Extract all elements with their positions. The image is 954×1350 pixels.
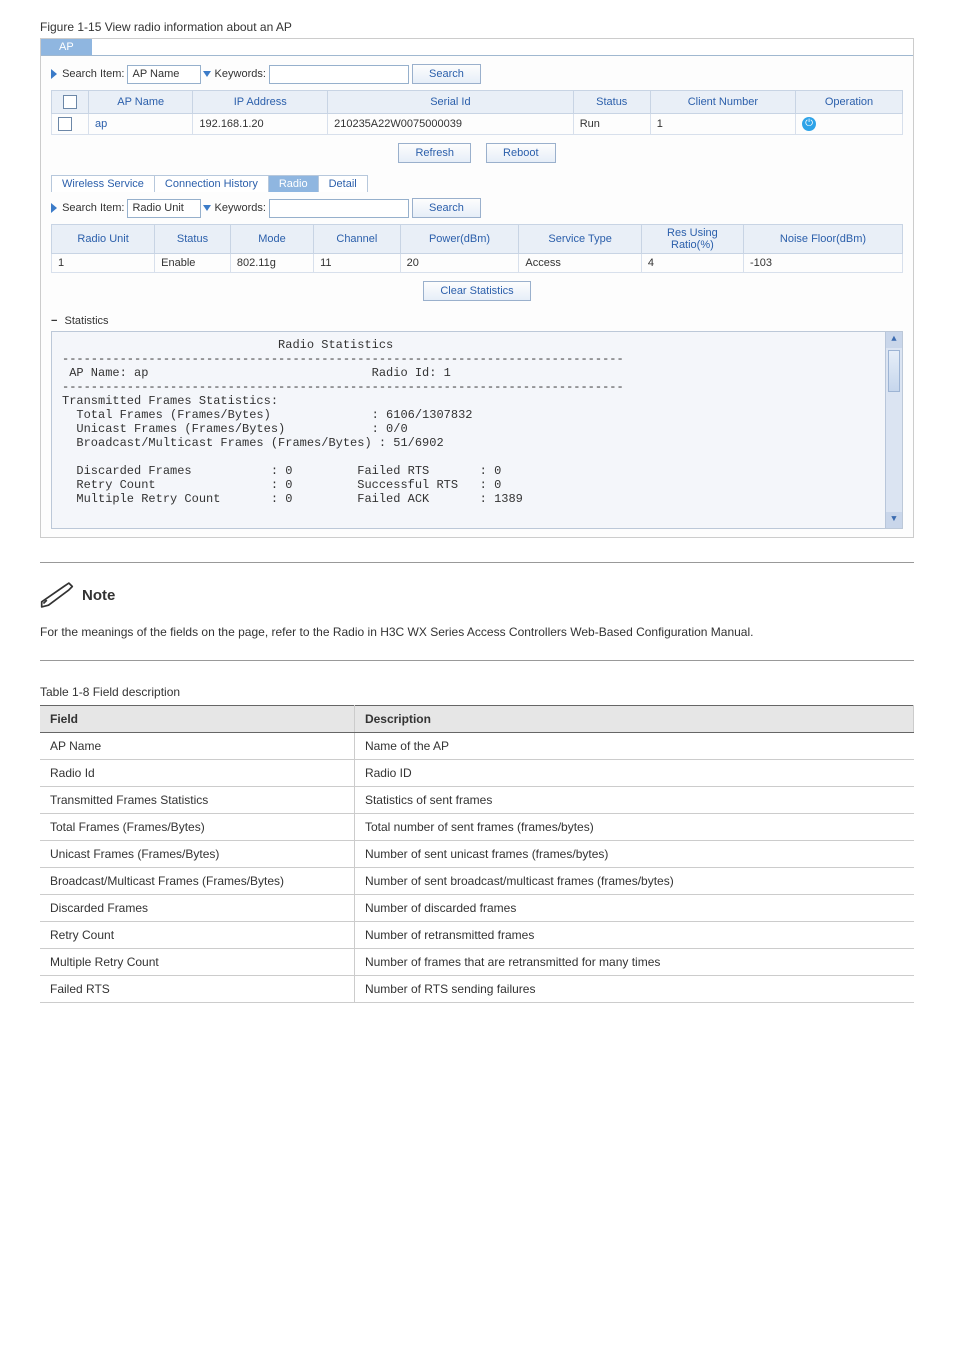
statistics-text: Radio Statistics -----------------------…: [62, 338, 624, 506]
table-row: Total Frames (Frames/Bytes)Total number …: [40, 813, 914, 840]
cell-serial: 210235A22W0075000039: [328, 114, 574, 135]
statistics-box: Radio Statistics -----------------------…: [51, 331, 903, 529]
search-button[interactable]: Search: [412, 64, 481, 84]
keywords-input[interactable]: [269, 65, 409, 84]
select-all-checkbox[interactable]: [63, 95, 77, 109]
col-operation: Operation: [796, 91, 903, 114]
tab-wireless-service[interactable]: Wireless Service: [51, 175, 155, 192]
cell-apname[interactable]: ap: [89, 114, 193, 135]
search-label-2: Search Item:: [62, 202, 124, 214]
table-row: ap 192.168.1.20 210235A22W0075000039 Run…: [52, 114, 903, 135]
cell-clientnum: 1: [650, 114, 795, 135]
table-row: Failed RTSNumber of RTS sending failures: [40, 975, 914, 1002]
tab-radio[interactable]: Radio: [268, 175, 319, 192]
clear-statistics-button[interactable]: Clear Statistics: [423, 281, 530, 301]
cell-ip: 192.168.1.20: [193, 114, 328, 135]
power-icon[interactable]: ⏻: [802, 117, 816, 131]
ap-button-row: Refresh Reboot: [51, 135, 903, 171]
table-row: 1 Enable 802.11g 11 20 Access 4 -103: [52, 254, 903, 273]
scroll-down-icon[interactable]: ▼: [886, 512, 902, 528]
cell-resusing: 4: [641, 254, 743, 273]
refresh-button[interactable]: Refresh: [398, 143, 471, 163]
note-heading: Note: [40, 581, 914, 609]
chevron-down-icon: [203, 205, 211, 211]
cell-operation: ⏻: [796, 114, 903, 135]
search-row-ap: Search Item: AP Name Keywords: Search: [51, 64, 903, 84]
tab-detail[interactable]: Detail: [318, 175, 368, 192]
row-checkbox[interactable]: [58, 117, 72, 131]
note-body: For the meanings of the fields on the pa…: [40, 623, 914, 642]
select-value: AP Name: [132, 68, 179, 80]
table-row: Broadcast/Multicast Frames (Frames/Bytes…: [40, 867, 914, 894]
select-value-2: Radio Unit: [132, 202, 183, 214]
col-apname: AP Name: [89, 91, 193, 114]
chevron-down-icon: [203, 71, 211, 77]
col-status: Status: [573, 91, 650, 114]
collapse-icon: −: [51, 315, 57, 327]
col-resusing: Res UsingRatio(%): [641, 225, 743, 254]
col-servicetype: Service Type: [519, 225, 641, 254]
table-row: Retry CountNumber of retransmitted frame…: [40, 921, 914, 948]
cell-channel: 11: [314, 254, 401, 273]
col-clientnum: Client Number: [650, 91, 795, 114]
divider: [40, 660, 914, 661]
divider: [40, 562, 914, 563]
tab-connection-history[interactable]: Connection History: [154, 175, 269, 192]
arrow-icon: [51, 69, 57, 79]
statistics-label: Statistics: [65, 315, 109, 327]
scrollbar[interactable]: ▲ ▼: [885, 332, 902, 528]
col-field: Field: [40, 705, 354, 732]
cell-noise: -103: [743, 254, 902, 273]
table-row: Transmitted Frames StatisticsStatistics …: [40, 786, 914, 813]
cell-mode: 802.11g: [230, 254, 313, 273]
search-label: Search Item:: [62, 68, 124, 80]
col-channel: Channel: [314, 225, 401, 254]
radio-table: Radio Unit Status Mode Channel Power(dBm…: [51, 224, 903, 273]
table-row: AP NameName of the AP: [40, 732, 914, 759]
table-row: Discarded FramesNumber of discarded fram…: [40, 894, 914, 921]
search-item-select[interactable]: AP Name: [127, 65, 201, 84]
col-radio-unit: Radio Unit: [52, 225, 155, 254]
figure-caption: Figure 1-15 View radio information about…: [40, 20, 914, 34]
scroll-up-icon[interactable]: ▲: [886, 332, 902, 348]
col-noise: Noise Floor(dBm): [743, 225, 902, 254]
search-button-2[interactable]: Search: [412, 198, 481, 218]
cell-power: 20: [400, 254, 519, 273]
search-row-radio: Search Item: Radio Unit Keywords: Search: [51, 198, 903, 218]
note-icon: [40, 581, 74, 609]
cell-status: Run: [573, 114, 650, 135]
table-caption: Table 1-8 Field description: [40, 685, 914, 699]
reboot-button[interactable]: Reboot: [486, 143, 555, 163]
arrow-icon: [51, 203, 57, 213]
table-row: Unicast Frames (Frames/Bytes)Number of s…: [40, 840, 914, 867]
ap-table: AP Name IP Address Serial Id Status Clie…: [51, 90, 903, 135]
tab-ap[interactable]: AP: [41, 39, 92, 55]
subtab-bar: Wireless ServiceConnection HistoryRadioD…: [51, 175, 903, 192]
keywords-label-2: Keywords:: [215, 202, 266, 214]
col-mode: Mode: [230, 225, 313, 254]
field-description-table: Field Description AP NameName of the AP …: [40, 705, 914, 1003]
cell-radio-unit: 1: [52, 254, 155, 273]
col-ip: IP Address: [193, 91, 328, 114]
statistics-header[interactable]: − Statistics: [51, 315, 903, 327]
top-tabbar: AP: [41, 39, 913, 56]
scroll-thumb[interactable]: [888, 350, 900, 392]
table-row: Multiple Retry CountNumber of frames tha…: [40, 948, 914, 975]
search-item-select-2[interactable]: Radio Unit: [127, 199, 201, 218]
cell-status2: Enable: [155, 254, 231, 273]
ap-section: Search Item: AP Name Keywords: Search AP…: [41, 56, 913, 537]
clear-button-row: Clear Statistics: [51, 273, 903, 309]
col-power: Power(dBm): [400, 225, 519, 254]
keywords-label: Keywords:: [215, 68, 266, 80]
cell-servicetype: Access: [519, 254, 641, 273]
keywords-input-2[interactable]: [269, 199, 409, 218]
col-serial: Serial Id: [328, 91, 574, 114]
col-desc: Description: [354, 705, 913, 732]
note-label: Note: [82, 587, 115, 604]
col-status2: Status: [155, 225, 231, 254]
table-row: Radio IdRadio ID: [40, 759, 914, 786]
screenshot-panel: AP Search Item: AP Name Keywords: Search…: [40, 38, 914, 538]
